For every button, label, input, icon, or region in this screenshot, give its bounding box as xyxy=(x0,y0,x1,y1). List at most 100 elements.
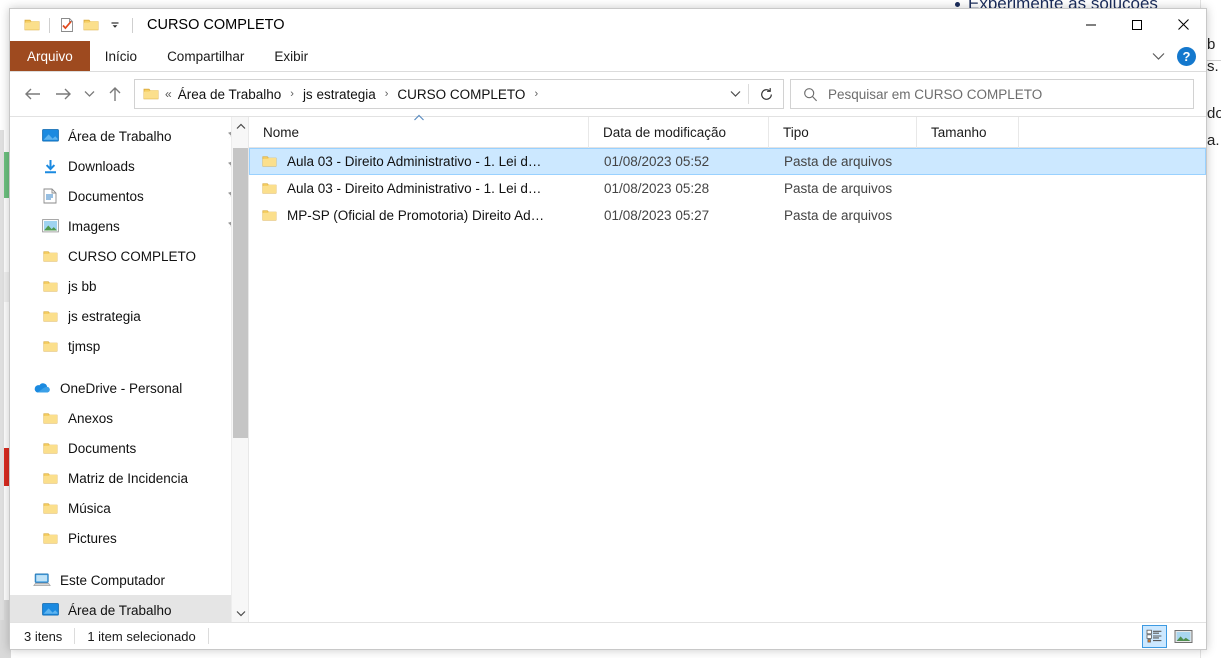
pictures-icon xyxy=(40,219,60,233)
breadcrumb-separator-3[interactable]: › xyxy=(527,88,545,100)
sidebar-item-musica[interactable]: Música xyxy=(10,493,248,523)
column-header-nome[interactable]: Nome xyxy=(249,114,589,148)
table-row[interactable]: Aula 03 - Direito Administrativo - 1. Le… xyxy=(249,175,1206,202)
onedrive-icon xyxy=(32,382,52,394)
breadcrumb-separator-1[interactable]: › xyxy=(283,88,301,100)
breadcrumb-separator-2[interactable]: › xyxy=(378,88,396,100)
background-edge-line xyxy=(0,130,4,620)
breadcrumb-history-chevron-icon[interactable] xyxy=(722,80,748,108)
sidebar-item-label: Anexos xyxy=(68,410,114,426)
table-row[interactable]: MP-SP (Oficial de Promotoria) Direito Ad… xyxy=(249,202,1206,229)
maximize-button[interactable] xyxy=(1114,9,1160,40)
file-modified-cell: 01/08/2023 05:27 xyxy=(604,208,710,223)
customize-qat-chevron-icon[interactable] xyxy=(103,13,127,37)
breadcrumb-item-area-de-trabalho[interactable]: Área de Trabalho xyxy=(176,87,284,102)
help-button[interactable]: ? xyxy=(1177,47,1196,66)
scroll-up-arrow-icon[interactable] xyxy=(232,117,248,135)
status-bar: 3 itens 1 item selecionado xyxy=(10,622,1206,649)
title-bar: CURSO COMPLETO xyxy=(10,9,1206,41)
ribbon-right-controls: ? xyxy=(1145,41,1200,72)
breadcrumb-item-js-estrategia[interactable]: js estrategia xyxy=(301,87,378,102)
folder-icon[interactable] xyxy=(20,13,44,37)
sidebar-item-curso-completo[interactable]: CURSO COMPLETO xyxy=(10,241,248,271)
minimize-button[interactable] xyxy=(1068,9,1114,40)
sidebar-item-este-computador[interactable]: Este Computador xyxy=(10,565,248,595)
sidebar-item-pictures[interactable]: Pictures xyxy=(10,523,248,553)
sort-ascending-caret-icon xyxy=(413,112,424,124)
breadcrumb-folder-icon xyxy=(135,87,165,101)
sidebar-item-label: Documentos xyxy=(68,188,144,204)
sidebar-item-label: CURSO COMPLETO xyxy=(68,248,197,264)
breadcrumb-item-curso-completo[interactable]: CURSO COMPLETO xyxy=(395,87,527,102)
desktop-icon xyxy=(40,603,60,617)
sidebar-item-documents[interactable]: Documents xyxy=(10,433,248,463)
file-type-cell: Pasta de arquivos xyxy=(784,208,893,223)
recent-locations-chevron-icon[interactable] xyxy=(78,79,100,109)
navigation-pane: Área de Trabalho Downloads Documentos Im… xyxy=(10,117,249,622)
column-header-label: Data de modificação xyxy=(603,124,727,140)
file-explorer-window: CURSO COMPLETO Arquivo Início Compartilh… xyxy=(9,8,1207,650)
up-button[interactable] xyxy=(100,79,130,109)
sidebar-item-js-estrategia[interactable]: js estrategia xyxy=(10,301,248,331)
new-folder-icon[interactable] xyxy=(79,13,103,37)
sidebar-item-anexos[interactable]: Anexos xyxy=(10,403,248,433)
window-controls xyxy=(1068,9,1206,40)
search-input[interactable]: Pesquisar em CURSO COMPLETO xyxy=(790,79,1194,109)
column-header-label: Nome xyxy=(263,124,300,140)
sidebar-item-label: Área de Trabalho xyxy=(68,602,172,618)
tree-spacer-2 xyxy=(10,553,248,565)
sidebar-item-label: Downloads xyxy=(68,158,135,174)
sidebar-item-label: Imagens xyxy=(68,218,120,234)
file-list-pane: Nome Data de modificação Tipo Tamanho Au… xyxy=(249,114,1206,622)
breadcrumb-overflow[interactable]: « xyxy=(165,87,176,101)
folder-icon xyxy=(262,209,277,222)
column-header-tipo[interactable]: Tipo xyxy=(769,116,917,148)
tab-inicio[interactable]: Início xyxy=(90,41,152,71)
large-icons-view-button[interactable] xyxy=(1171,625,1196,648)
breadcrumb[interactable]: « Área de Trabalho › js estrategia › CUR… xyxy=(134,79,784,109)
forward-button[interactable] xyxy=(48,79,78,109)
scroll-down-arrow-icon[interactable] xyxy=(232,604,248,622)
sidebar-item-este-computador-area-de-trabalho[interactable]: Área de Trabalho xyxy=(10,595,248,622)
sidebar-item-area-de-trabalho[interactable]: Área de Trabalho xyxy=(10,121,248,151)
tab-compartilhar[interactable]: Compartilhar xyxy=(152,41,259,71)
background-fragment-3: do xyxy=(1207,105,1221,122)
window-title: CURSO COMPLETO xyxy=(147,17,285,33)
sidebar-item-js-bb[interactable]: js bb xyxy=(10,271,248,301)
details-view-button[interactable] xyxy=(1142,625,1167,648)
sidebar-item-documentos[interactable]: Documentos xyxy=(10,181,248,211)
status-separator-2 xyxy=(207,628,209,644)
folder-icon xyxy=(40,310,60,323)
view-mode-buttons xyxy=(1142,623,1196,650)
background-bullet xyxy=(955,2,960,7)
tab-arquivo[interactable]: Arquivo xyxy=(10,41,90,71)
sidebar-item-label: tjmsp xyxy=(68,338,101,354)
close-button[interactable] xyxy=(1160,9,1206,40)
folder-icon xyxy=(40,442,60,455)
scrollbar-thumb[interactable] xyxy=(233,148,248,438)
background-fragment-4: a. xyxy=(1207,132,1220,149)
folder-icon xyxy=(40,340,60,353)
sidebar-item-matriz-de-incidencia[interactable]: Matriz de Incidencia xyxy=(10,463,248,493)
file-rows: Aula 03 - Direito Administrativo - 1. Le… xyxy=(249,148,1206,622)
sidebar-item-label: Pictures xyxy=(68,530,117,546)
table-row[interactable]: Aula 03 - Direito Administrativo - 1. Le… xyxy=(249,148,1206,175)
navigation-pane-scrollbar[interactable] xyxy=(231,117,248,622)
tab-exibir[interactable]: Exibir xyxy=(259,41,323,71)
column-header-tamanho[interactable]: Tamanho xyxy=(917,116,1019,148)
properties-icon[interactable] xyxy=(55,13,79,37)
sidebar-item-onedrive[interactable]: OneDrive - Personal xyxy=(10,373,248,403)
sidebar-item-downloads[interactable]: Downloads xyxy=(10,151,248,181)
collapse-ribbon-chevron-icon[interactable] xyxy=(1145,44,1171,70)
file-modified-cell: 01/08/2023 05:52 xyxy=(604,154,710,169)
file-name-cell: MP-SP (Oficial de Promotoria) Direito Ad… xyxy=(250,208,590,223)
sidebar-item-imagens[interactable]: Imagens xyxy=(10,211,248,241)
refresh-button[interactable] xyxy=(749,80,783,108)
sidebar-item-tjmsp[interactable]: tjmsp xyxy=(10,331,248,361)
column-header-data-de-modificacao[interactable]: Data de modificação xyxy=(589,116,769,148)
back-button[interactable] xyxy=(18,79,48,109)
toolbar-separator-2 xyxy=(132,17,133,33)
folder-icon xyxy=(40,412,60,425)
toolbar-separator xyxy=(49,17,50,33)
